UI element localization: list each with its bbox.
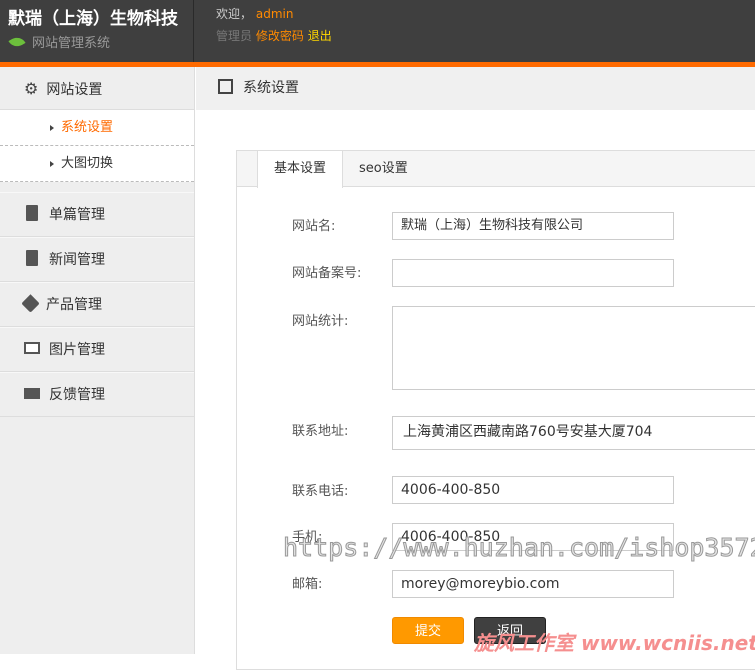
icp-label: 网站备案号: <box>292 266 362 281</box>
sidebar-item-news[interactable]: 新闻管理 <box>0 237 194 282</box>
submit-button[interactable]: 提交 <box>392 617 464 644</box>
role: 管理员 <box>216 29 253 43</box>
mail-icon <box>24 387 40 399</box>
tab-bar: 基本设置 seo设置 <box>237 151 755 188</box>
email-input[interactable]: morey@moreybio.com <box>392 570 674 598</box>
gear-icon: ⚙ <box>24 79 39 98</box>
welcome-text: 欢迎， <box>216 7 253 21</box>
image-icon <box>24 342 40 354</box>
back-button[interactable]: 返回 <box>474 617 546 644</box>
sidebar-subitem-banner[interactable]: 大图切换 <box>0 146 194 182</box>
document-icon <box>26 205 38 221</box>
system-name: 网站管理系统 <box>32 36 111 51</box>
icp-input[interactable] <box>392 259 674 287</box>
sidebar-section-site-settings[interactable]: ⚙ 网站设置 <box>0 67 194 110</box>
user-info: 欢迎， admin 管理员 修改密码 退出 <box>216 3 332 47</box>
stats-label: 网站统计: <box>292 314 349 329</box>
sidebar-subitem-system-settings[interactable]: 系统设置 <box>0 110 194 146</box>
page-header: 系统设置 <box>196 67 755 110</box>
page-title: 系统设置 <box>243 80 299 96</box>
sidebar: ⚙ 网站设置 系统设置 大图切换 单篇管理 新闻管理 产品管理 图片管理 反馈管理 <box>0 67 195 654</box>
address-label: 联系地址: <box>292 424 349 439</box>
sidebar-item-feedback[interactable]: 反馈管理 <box>0 372 194 417</box>
phone-input[interactable]: 4006-400-850 <box>392 476 674 504</box>
stats-textarea[interactable] <box>392 306 755 390</box>
tab-seo-settings[interactable]: seo设置 <box>343 151 424 187</box>
tag-icon <box>21 293 40 313</box>
edit-icon <box>218 78 233 94</box>
phone-label: 联系电话: <box>292 484 349 499</box>
change-password-link[interactable]: 修改密码 <box>256 29 304 43</box>
address-input[interactable]: 上海黄浦区西藏南路760号安基大厦704 <box>392 416 755 450</box>
mobile-label: 手机: <box>292 530 323 545</box>
logout-link[interactable]: 退出 <box>308 29 332 43</box>
sidebar-item-products[interactable]: 产品管理 <box>0 282 194 327</box>
email-label: 邮箱: <box>292 577 323 592</box>
tab-basic-settings[interactable]: 基本设置 <box>257 151 344 188</box>
sidebar-item-images[interactable]: 图片管理 <box>0 327 194 372</box>
site-name-input[interactable]: 默瑞（上海）生物科技有限公司 <box>392 212 674 240</box>
site-name-label: 网站名: <box>292 219 336 234</box>
top-header: 默瑞（上海）生物科技 网站管理系统 欢迎， admin 管理员 修改密码 退出 <box>0 0 755 62</box>
leaf-icon <box>8 34 26 50</box>
triangle-right-icon <box>50 160 54 167</box>
triangle-right-icon <box>50 124 54 131</box>
documents-icon <box>26 250 38 266</box>
mobile-input[interactable]: 4006-400-850 <box>392 523 674 551</box>
username: admin <box>255 7 294 21</box>
sidebar-item-pages[interactable]: 单篇管理 <box>0 192 194 237</box>
site-title: 默瑞（上海）生物科技 <box>8 9 178 29</box>
brand: 默瑞（上海）生物科技 网站管理系统 <box>0 0 194 62</box>
